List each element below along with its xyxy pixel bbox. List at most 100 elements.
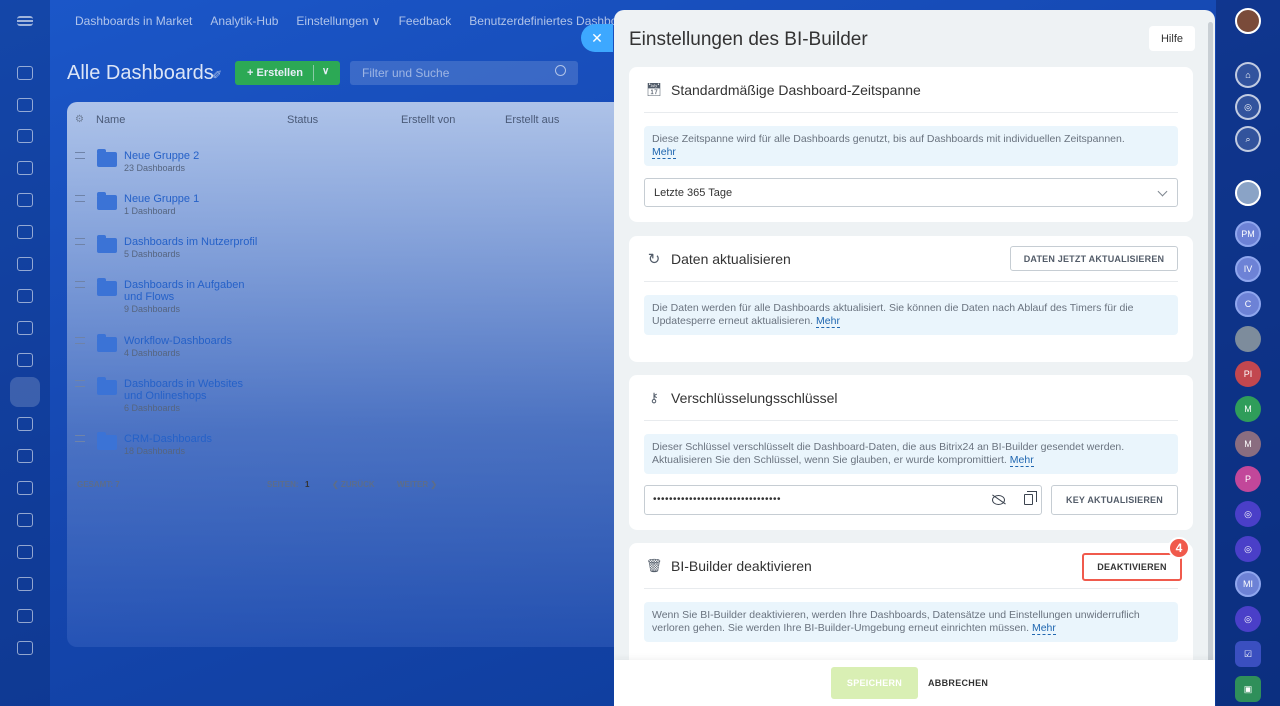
- activity-icon[interactable]: [17, 98, 33, 112]
- group-name[interactable]: CRM-Dashboards: [124, 433, 212, 445]
- info-text: Wenn Sie BI-Builder deaktivieren, werden…: [652, 609, 1140, 634]
- prev-page-link[interactable]: ❮ ZURÜCK: [332, 480, 375, 489]
- highlight-frame: [1082, 553, 1182, 581]
- eye-off-icon[interactable]: [992, 495, 1005, 505]
- column-name[interactable]: Name: [96, 114, 125, 126]
- team-icon[interactable]: [17, 609, 33, 623]
- next-page-link[interactable]: WEITER ❯: [397, 480, 437, 489]
- drag-handle-icon[interactable]: [75, 195, 85, 202]
- scrollbar[interactable]: [1208, 22, 1213, 682]
- avatar[interactable]: P: [1235, 466, 1261, 492]
- period-select[interactable]: Letzte 365 Tage: [644, 178, 1178, 207]
- calendar-icon[interactable]: [17, 321, 33, 335]
- group-count: 9 Dashboards: [124, 304, 181, 314]
- avatar[interactable]: C: [1235, 291, 1261, 317]
- more-link[interactable]: Mehr: [1031, 622, 1056, 635]
- right-sidebar: ⌂ ◎ ⌕ PM IV C PI M M P ◎ ◎ MI ◎ ☑ ▣: [1216, 0, 1280, 706]
- calendar-icon: 📅︎: [645, 82, 663, 97]
- key-value: ••••••••••••••••••••••••••••••••: [653, 494, 782, 505]
- create-button[interactable]: + Erstellen ∨: [235, 61, 340, 85]
- group-name[interactable]: Dashboards in Aufgaben und Flows: [124, 279, 244, 303]
- drag-handle-icon[interactable]: [75, 380, 85, 387]
- page-number[interactable]: 1: [305, 480, 309, 489]
- divider: [313, 65, 314, 81]
- avatar[interactable]: M: [1235, 431, 1261, 457]
- chevron-down-icon[interactable]: ∨: [322, 66, 329, 77]
- avatar[interactable]: [1235, 8, 1261, 34]
- drag-handle-icon[interactable]: [75, 435, 85, 442]
- group-name[interactable]: Neue Gruppe 2: [124, 150, 199, 162]
- info-box: Wenn Sie BI-Builder deaktivieren, werden…: [644, 602, 1178, 642]
- cancel-button[interactable]: ABBRECHEN: [928, 667, 988, 699]
- group-chat-icon[interactable]: ◎: [1235, 536, 1261, 562]
- edit-icon[interactable]: [17, 577, 33, 591]
- more-link[interactable]: Mehr: [816, 315, 840, 328]
- nav-einstellungen[interactable]: Einstellungen ∨: [296, 14, 380, 28]
- analytics-icon[interactable]: [10, 377, 40, 407]
- save-button[interactable]: SPEICHERN: [831, 667, 918, 699]
- avatar[interactable]: [1235, 180, 1261, 206]
- info-text: Diese Zeitspanne wird für alle Dashboard…: [652, 133, 1125, 145]
- drag-handle-icon[interactable]: [75, 238, 85, 245]
- search-chat-icon[interactable]: ⌕: [1235, 126, 1261, 152]
- automation-icon[interactable]: [17, 513, 33, 527]
- bell-icon[interactable]: ⌂: [1235, 62, 1261, 88]
- search-icon[interactable]: [555, 65, 566, 76]
- column-created-from[interactable]: Erstellt aus: [505, 114, 559, 126]
- avatar[interactable]: [1235, 326, 1261, 352]
- info-box: Die Daten werden für alle Dashboards akt…: [644, 295, 1178, 335]
- avatar[interactable]: MI: [1235, 571, 1261, 597]
- encryption-key-field[interactable]: ••••••••••••••••••••••••••••••••: [644, 485, 1042, 515]
- group-chat-icon[interactable]: ◎: [1235, 606, 1261, 632]
- help-button[interactable]: Hilfe: [1149, 26, 1195, 51]
- chat-icon[interactable]: [17, 289, 33, 303]
- period-section: 📅︎ Standardmäßige Dashboard-Zeitspanne D…: [629, 67, 1193, 222]
- column-created-by[interactable]: Erstellt von: [401, 114, 455, 126]
- copy-icon[interactable]: [1024, 491, 1037, 505]
- more-link[interactable]: Mehr: [1009, 454, 1034, 467]
- settings-icon[interactable]: [17, 545, 33, 559]
- documents-icon[interactable]: [17, 193, 33, 207]
- avatar[interactable]: PM: [1235, 221, 1261, 247]
- board-icon[interactable]: [17, 257, 33, 271]
- home-icon[interactable]: [17, 66, 33, 80]
- group-chat-icon[interactable]: ◎: [1235, 501, 1261, 527]
- drag-handle-icon[interactable]: [75, 337, 85, 344]
- gear-icon[interactable]: ⚙: [75, 114, 84, 125]
- group-name[interactable]: Dashboards in Websites und Onlineshops: [124, 378, 243, 402]
- tasks-icon[interactable]: [17, 353, 33, 367]
- close-slider-button[interactable]: ✕: [581, 24, 613, 52]
- copilot-icon[interactable]: ◎: [1235, 94, 1261, 120]
- column-status[interactable]: Status: [287, 114, 318, 126]
- sites-icon[interactable]: [17, 449, 33, 463]
- group-name[interactable]: Neue Gruppe 1: [124, 193, 199, 205]
- folder-icon: [97, 192, 117, 210]
- feed-icon[interactable]: [17, 129, 33, 143]
- drive-icon[interactable]: [17, 225, 33, 239]
- funnel-icon[interactable]: [17, 417, 33, 431]
- task-icon[interactable]: ☑: [1235, 641, 1261, 667]
- contacts-icon[interactable]: [17, 161, 33, 175]
- settings-slider: Einstellungen des BI-Builder Hilfe 📅︎ St…: [614, 10, 1215, 706]
- avatar[interactable]: M: [1235, 396, 1261, 422]
- avatar[interactable]: IV: [1235, 256, 1261, 282]
- group-name[interactable]: Workflow-Dashboards: [124, 335, 232, 347]
- shop-icon[interactable]: [17, 481, 33, 495]
- group-name[interactable]: Dashboards im Nutzerprofil: [124, 236, 257, 248]
- refresh-now-button[interactable]: DATEN JETZT AKTUALISIEREN: [1010, 246, 1178, 271]
- slider-footer: SPEICHERN ABBRECHEN: [614, 660, 1215, 706]
- nav-feedback[interactable]: Feedback: [399, 14, 452, 28]
- update-key-button[interactable]: KEY AKTUALISIEREN: [1051, 485, 1178, 515]
- menu-icon[interactable]: [17, 16, 33, 26]
- nav-dashboards-market[interactable]: Dashboards in Market: [75, 14, 192, 28]
- drag-handle-icon[interactable]: [75, 152, 85, 159]
- drag-handle-icon[interactable]: [75, 281, 85, 288]
- more-link[interactable]: Mehr: [652, 146, 676, 159]
- more-icon[interactable]: [17, 641, 33, 655]
- lock-icon[interactable]: ▣: [1235, 676, 1261, 702]
- select-value: Letzte 365 Tage: [654, 187, 733, 199]
- avatar[interactable]: PI: [1235, 361, 1261, 387]
- pin-icon[interactable]: ✐: [212, 68, 222, 82]
- search-input[interactable]: Filter und Suche: [350, 61, 578, 85]
- nav-analytik-hub[interactable]: Analytik-Hub: [210, 14, 278, 28]
